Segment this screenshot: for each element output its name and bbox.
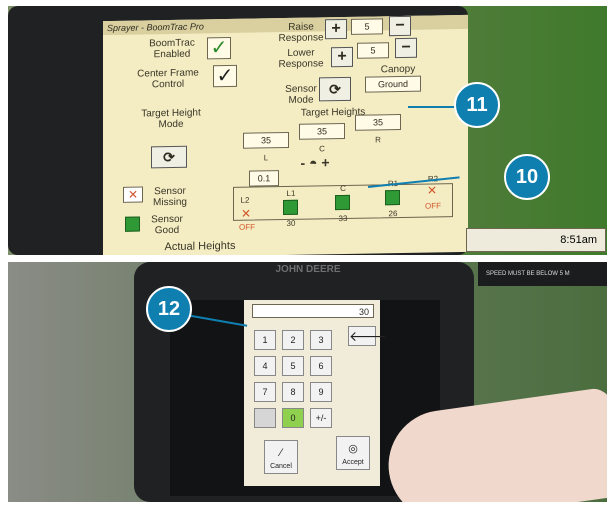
ground-option[interactable]: Ground: [365, 75, 421, 93]
key-6[interactable]: 6: [310, 356, 332, 376]
numeric-keypad-screen: 30 1 2 3 🡐 4 5 6 7 8 9 0 +/- ⁄ Cancel ◎ Ac…: [244, 300, 387, 486]
top-photo-panel: Sprayer - BoomTrac Pro BoomTrac Enabled …: [8, 6, 607, 255]
sensor-mode-label: Sensor Mode: [285, 83, 317, 106]
entry-field[interactable]: 30: [252, 304, 374, 318]
target-height-mode-label: Target Height Mode: [141, 107, 201, 131]
callout-11: 11: [454, 82, 500, 128]
sensor-status-good: [283, 199, 298, 216]
sensor-value: 33: [338, 213, 348, 224]
boomtrac-enabled-checkbox[interactable]: ✓: [207, 36, 231, 60]
target-height-mode-button[interactable]: ⟳: [151, 145, 187, 169]
sensor-missing-marker: ✕: [426, 183, 438, 198]
key-9[interactable]: 9: [310, 382, 332, 402]
sensor-value: 26: [388, 209, 398, 219]
target-height-left[interactable]: 35: [243, 131, 289, 149]
left-label: L: [263, 153, 269, 163]
sensor-good-icon: [125, 216, 140, 232]
canopy-label: Canopy: [380, 63, 416, 76]
target-height-center[interactable]: 35: [299, 122, 345, 140]
callout-12: 12: [146, 286, 192, 332]
boomtrac-screen: Sprayer - BoomTrac Pro BoomTrac Enabled …: [103, 14, 468, 255]
key-5[interactable]: 5: [282, 356, 304, 376]
raise-plus-button[interactable]: +: [325, 18, 347, 40]
accept-label: Accept: [342, 459, 364, 466]
key-3[interactable]: 3: [310, 330, 332, 350]
raise-response-label: Raise Response: [278, 21, 324, 45]
sensor-missing-label: Sensor Missing: [153, 185, 187, 209]
backspace-key[interactable]: 🡐: [348, 326, 387, 346]
key-4[interactable]: 4: [254, 356, 276, 376]
brand-label: JOHN DEERE: [275, 264, 341, 275]
sensor-name: L1: [286, 188, 296, 198]
lower-plus-button[interactable]: +: [331, 46, 353, 68]
target-height-right[interactable]: 35: [355, 113, 401, 131]
key-2[interactable]: 2: [282, 330, 304, 350]
sensor-status-good: [385, 190, 400, 206]
tilt-indicator-icon: - ◓ +: [300, 154, 330, 171]
sensor-name: C: [340, 183, 346, 194]
actual-heights-label: Actual Heights: [164, 239, 236, 254]
key-1[interactable]: 1: [254, 330, 276, 350]
clock: 8:51am: [466, 228, 606, 252]
raise-value[interactable]: 5: [351, 18, 383, 35]
center-label: C: [319, 144, 325, 154]
callout-10: 10: [504, 154, 550, 200]
accept-button[interactable]: ◎ Accept: [336, 436, 370, 470]
sensor-name: L2: [240, 195, 250, 205]
key-7[interactable]: 7: [254, 382, 276, 402]
sensor-value: OFF: [425, 201, 441, 211]
sensor-status-good: [335, 194, 350, 211]
center-frame-checkbox[interactable]: ✓: [213, 64, 237, 88]
accept-icon: ◎: [348, 443, 358, 455]
cancel-label: Cancel: [270, 463, 292, 470]
sensor-missing-marker: ✕: [240, 206, 252, 221]
cancel-button[interactable]: ⁄ Cancel: [264, 440, 298, 474]
raise-minus-button[interactable]: −: [389, 15, 411, 37]
center-frame-label: Center Frame Control: [137, 67, 199, 91]
sensor-good-label: Sensor Good: [151, 213, 183, 237]
key-plus-minus[interactable]: +/-: [310, 408, 332, 428]
key-blank: [254, 408, 276, 428]
cancel-icon: ⁄: [280, 447, 282, 459]
sensor-value: OFF: [239, 222, 255, 232]
key-8[interactable]: 8: [282, 382, 304, 402]
lower-response-label: Lower Response: [278, 47, 324, 71]
warning-sticker: SPEED MUST BE BELOW 5 M: [478, 262, 607, 286]
sensor-missing-icon: ✕: [123, 186, 143, 203]
lower-value[interactable]: 5: [357, 42, 389, 59]
right-label: R: [375, 135, 381, 145]
tilt-value[interactable]: 0.1: [249, 170, 279, 187]
sensor-value: 30: [286, 218, 296, 228]
key-0[interactable]: 0: [282, 408, 304, 428]
bottom-photo-panel: SPEED MUST BE BELOW 5 M JOHN DEERE 30 1 …: [8, 262, 607, 502]
callout-11-leader: [408, 106, 458, 108]
lower-minus-button[interactable]: −: [395, 37, 417, 59]
sensor-mode-cycle-button[interactable]: ⟳: [319, 76, 351, 102]
boomtrac-enabled-label: BoomTrac Enabled: [149, 37, 195, 61]
